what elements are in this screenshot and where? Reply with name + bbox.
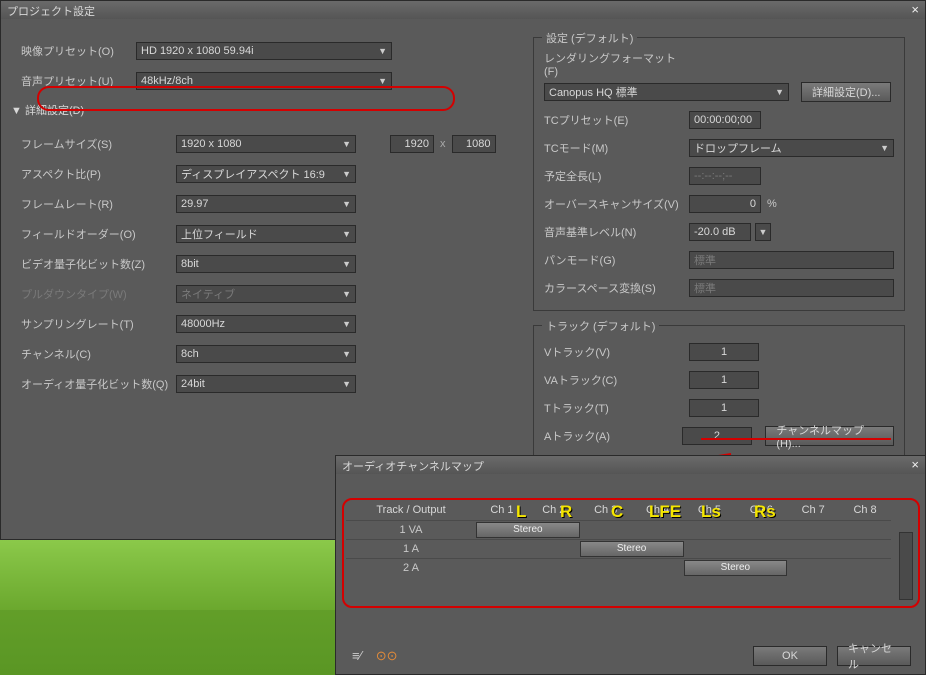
overscan-input[interactable] bbox=[689, 195, 761, 213]
ann-Rs: Rs bbox=[754, 502, 776, 522]
close-icon[interactable]: × bbox=[911, 457, 919, 472]
vtrack-input[interactable] bbox=[689, 343, 759, 361]
audio-preset-select[interactable]: 48kHz/8ch▼ bbox=[136, 72, 392, 90]
renderfmt-select[interactable]: Canopus HQ 標準▼ bbox=[544, 83, 789, 101]
detail-toggle[interactable]: ▼ 詳細設定(D) bbox=[11, 102, 505, 118]
close-icon[interactable]: × bbox=[911, 2, 919, 17]
ann-R: R bbox=[560, 502, 572, 522]
pulldown-label: プルダウンタイプ(W) bbox=[21, 286, 176, 302]
overscan-label: オーバースキャンサイズ(V) bbox=[544, 196, 689, 212]
pan-select: 標準 bbox=[689, 251, 894, 269]
samplerate-label: サンプリングレート(T) bbox=[21, 316, 176, 332]
table-row: 2 A Stereo bbox=[346, 558, 891, 577]
totallen-label: 予定全長(L) bbox=[544, 168, 689, 184]
vatrack-label: VAトラック(C) bbox=[544, 372, 689, 388]
titlebar[interactable]: プロジェクト設定 × bbox=[1, 1, 925, 19]
tcmode-select[interactable]: ドロップフレーム▼ bbox=[689, 139, 894, 157]
tool-icon-2[interactable]: ⊙⊙ bbox=[376, 648, 398, 664]
tcpreset-input[interactable] bbox=[689, 111, 761, 129]
dimension-x: x bbox=[440, 138, 446, 150]
video-preset-select[interactable]: HD 1920 x 1080 59.94i▼ bbox=[136, 42, 392, 60]
frame-size-label: フレームサイズ(S) bbox=[21, 136, 176, 152]
audioref-caret[interactable]: ▼ bbox=[755, 223, 771, 241]
settings-header: 設定 (デフォルト) bbox=[542, 30, 637, 46]
aquant-label: オーディオ量子化ビット数(Q) bbox=[21, 376, 176, 392]
desktop-background bbox=[0, 540, 335, 675]
ok-button[interactable]: OK bbox=[753, 646, 827, 666]
stereo-badge[interactable]: Stereo bbox=[476, 522, 580, 538]
tcpreset-label: TCプリセット(E) bbox=[544, 112, 689, 128]
tool-icon-1[interactable]: ≡⁄ bbox=[352, 648, 362, 664]
aspect-label: アスペクト比(P) bbox=[21, 166, 176, 182]
framerate-label: フレームレート(R) bbox=[21, 196, 176, 212]
totallen-input[interactable] bbox=[689, 167, 761, 185]
ttrack-input[interactable] bbox=[689, 399, 759, 417]
audioref-label: 音声基準レベル(N) bbox=[544, 224, 689, 240]
renderfmt-detail-button[interactable]: 詳細設定(D)... bbox=[801, 82, 891, 102]
annotation-arrow bbox=[701, 438, 891, 440]
frame-height-input[interactable] bbox=[452, 135, 496, 153]
th-track: Track / Output bbox=[346, 500, 476, 520]
channel-select[interactable]: 8ch▼ bbox=[176, 345, 356, 363]
pan-label: パンモード(G) bbox=[544, 252, 689, 268]
vquant-select[interactable]: 8bit▼ bbox=[176, 255, 356, 273]
renderfmt-label: レンダリングフォーマット(F) bbox=[544, 50, 689, 78]
ann-C: C bbox=[611, 502, 623, 522]
tcmode-label: TCモード(M) bbox=[544, 140, 689, 156]
channel-label: チャンネル(C) bbox=[21, 346, 176, 362]
frame-size-select[interactable]: 1920 x 1080▼ bbox=[176, 135, 356, 153]
stereo-badge[interactable]: Stereo bbox=[580, 541, 684, 557]
table-row: 1 A Stereo bbox=[346, 539, 891, 558]
right-column: 設定 (デフォルト) レンダリングフォーマット(F) Canopus HQ 標準… bbox=[533, 37, 905, 473]
sub-titlebar[interactable]: オーディオチャンネルマップ × bbox=[336, 456, 925, 474]
color-label: カラースペース変換(S) bbox=[544, 280, 689, 296]
frame-width-input[interactable] bbox=[390, 135, 434, 153]
channelmap-button[interactable]: チャンネルマップ(H)... bbox=[765, 426, 894, 446]
cancel-button[interactable]: キャンセル bbox=[837, 646, 911, 666]
ann-LFE: LFE bbox=[649, 502, 681, 522]
fieldorder-label: フィールドオーダー(O) bbox=[21, 226, 176, 242]
video-preset-label: 映像プリセット(O) bbox=[21, 43, 136, 59]
ttrack-label: Tトラック(T) bbox=[544, 400, 689, 416]
sub-window-title: オーディオチャンネルマップ bbox=[342, 461, 484, 473]
vatrack-input[interactable] bbox=[689, 371, 759, 389]
ann-L: L bbox=[516, 502, 526, 522]
table-row: 1 VA Stereo bbox=[346, 520, 891, 539]
audioref-value[interactable]: -20.0 dB bbox=[689, 223, 751, 241]
chevron-down-icon: ▼ bbox=[378, 76, 387, 86]
samplerate-select[interactable]: 48000Hz▼ bbox=[176, 315, 356, 333]
aspect-select[interactable]: ディスプレイアスペクト 16:9▼ bbox=[176, 165, 356, 183]
atrack-input[interactable] bbox=[682, 427, 752, 445]
settings-fieldset: 設定 (デフォルト) レンダリングフォーマット(F) Canopus HQ 標準… bbox=[533, 37, 905, 311]
chevron-down-icon: ▼ bbox=[378, 46, 387, 56]
framerate-select[interactable]: 29.97▼ bbox=[176, 195, 356, 213]
audio-channel-map-window: オーディオチャンネルマップ × L R C LFE Ls Rs Track / … bbox=[335, 455, 926, 675]
tracks-header: トラック (デフォルト) bbox=[542, 318, 659, 334]
audio-preset-label: 音声プリセット(U) bbox=[21, 73, 136, 89]
fieldorder-select[interactable]: 上位フィールド▼ bbox=[176, 225, 356, 243]
pulldown-select: ネイティブ▼ bbox=[176, 285, 356, 303]
vquant-label: ビデオ量子化ビット数(Z) bbox=[21, 256, 176, 272]
color-select: 標準 bbox=[689, 279, 894, 297]
window-title: プロジェクト設定 bbox=[7, 6, 95, 18]
aquant-select[interactable]: 24bit▼ bbox=[176, 375, 356, 393]
stereo-badge[interactable]: Stereo bbox=[684, 560, 788, 576]
left-column: 映像プリセット(O) HD 1920 x 1080 59.94i▼ 音声プリセッ… bbox=[21, 37, 505, 473]
scrollbar[interactable] bbox=[899, 532, 913, 600]
atrack-label: Aトラック(A) bbox=[544, 428, 682, 444]
vtrack-label: Vトラック(V) bbox=[544, 344, 689, 360]
ann-Ls: Ls bbox=[701, 502, 721, 522]
